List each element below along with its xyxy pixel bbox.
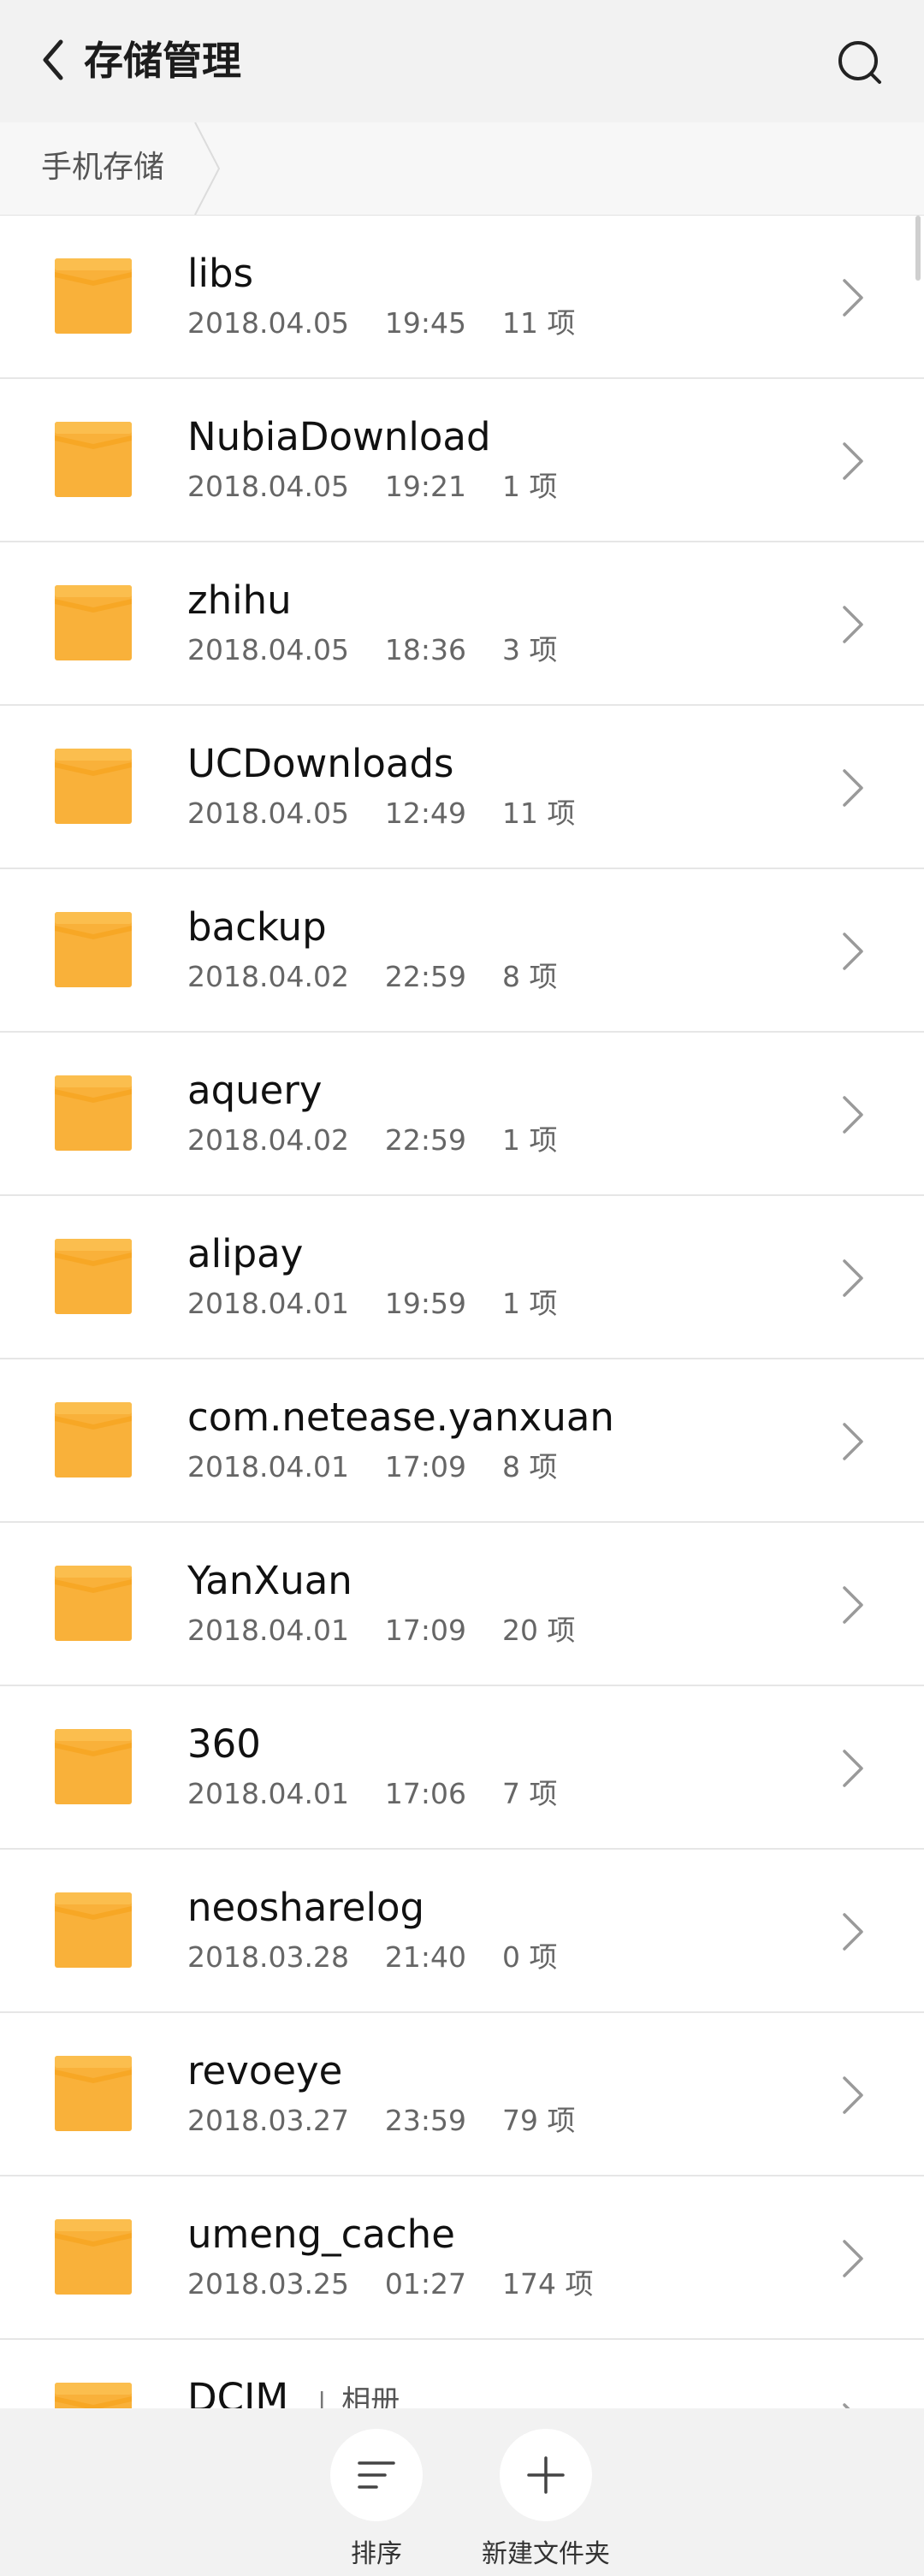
folder-name: zhihu bbox=[187, 577, 292, 623]
back-button[interactable] bbox=[34, 34, 72, 86]
folder-name: umeng_cache bbox=[187, 2212, 455, 2257]
chevron-right-icon bbox=[843, 1586, 863, 1624]
folder-name: NubiaDownload bbox=[187, 414, 491, 459]
folder-meta: 2018.04.02 22:59 8 项 bbox=[187, 960, 558, 993]
folder-row[interactable]: libs 2018.04.05 19:45 11 项 bbox=[0, 216, 924, 379]
folder-icon bbox=[55, 1402, 132, 1477]
folder-row[interactable]: alipay 2018.04.01 19:59 1 项 bbox=[0, 1196, 924, 1359]
folder-name: neosharelog bbox=[187, 1885, 425, 1930]
chevron-right-icon bbox=[843, 933, 863, 970]
folder-icon bbox=[55, 912, 132, 987]
folder-list: libs 2018.04.05 19:45 11 项 NubiaDownload… bbox=[0, 216, 924, 2502]
folder-meta: 2018.04.05 12:49 11 项 bbox=[187, 796, 576, 830]
folder-meta: 2018.04.01 17:06 7 项 bbox=[187, 1777, 558, 1810]
breadcrumb-separator-icon bbox=[194, 122, 221, 215]
chevron-right-icon bbox=[843, 1423, 863, 1460]
new-folder-label: 新建文件夹 bbox=[482, 2539, 610, 2569]
folder-name: UCDownloads bbox=[187, 741, 454, 786]
folder-row[interactable]: umeng_cache 2018.03.25 01:27 174 项 bbox=[0, 2176, 924, 2340]
folder-row[interactable]: aquery 2018.04.02 22:59 1 项 bbox=[0, 1033, 924, 1196]
folder-meta: 2018.04.01 19:59 1 项 bbox=[187, 1287, 558, 1320]
folder-icon bbox=[55, 1566, 132, 1641]
folder-name: alipay bbox=[187, 1231, 304, 1276]
folder-meta: 2018.04.05 18:36 3 项 bbox=[187, 633, 558, 666]
folder-name: com.netease.yanxuan bbox=[187, 1395, 614, 1440]
chevron-right-icon bbox=[843, 2240, 863, 2277]
breadcrumb-item-phone-storage[interactable]: 手机存储 bbox=[41, 146, 164, 189]
folder-name: YanXuan bbox=[187, 1558, 352, 1603]
folder-icon bbox=[55, 258, 132, 334]
folder-icon bbox=[55, 1729, 132, 1804]
chevron-right-icon bbox=[843, 1750, 863, 1787]
search-button[interactable] bbox=[830, 33, 890, 92]
folder-icon bbox=[55, 2056, 132, 2131]
page-title: 存储管理 bbox=[84, 38, 241, 84]
bottom-toolbar: 排序 新建文件夹 bbox=[0, 2408, 924, 2576]
folder-icon bbox=[55, 422, 132, 497]
chevron-right-icon bbox=[843, 1096, 863, 1134]
folder-name: libs bbox=[187, 251, 254, 296]
folder-meta: 2018.04.02 22:59 1 项 bbox=[187, 1123, 558, 1157]
folder-meta: 2018.04.01 17:09 8 项 bbox=[187, 1450, 558, 1483]
folder-meta: 2018.03.27 23:59 79 项 bbox=[187, 2104, 576, 2137]
folder-icon bbox=[55, 749, 132, 824]
folder-row[interactable]: backup 2018.04.02 22:59 8 项 bbox=[0, 869, 924, 1033]
folder-meta: 2018.03.28 21:40 0 项 bbox=[187, 1940, 558, 1974]
folder-icon bbox=[55, 1239, 132, 1314]
folder-meta: 2018.04.05 19:45 11 项 bbox=[187, 306, 576, 340]
chevron-right-icon bbox=[843, 769, 863, 807]
folder-row[interactable]: UCDownloads 2018.04.05 12:49 11 项 bbox=[0, 706, 924, 869]
folder-name: aquery bbox=[187, 1068, 323, 1113]
sort-button[interactable]: 排序 bbox=[308, 2429, 445, 2571]
folder-icon bbox=[55, 1075, 132, 1151]
chevron-left-icon bbox=[43, 39, 63, 80]
chevron-right-icon bbox=[843, 2076, 863, 2114]
folder-icon bbox=[55, 1892, 132, 1968]
chevron-right-icon bbox=[843, 442, 863, 480]
new-folder-button[interactable]: 新建文件夹 bbox=[477, 2429, 614, 2571]
folder-icon bbox=[55, 2219, 132, 2295]
folder-meta: 2018.03.25 01:27 174 项 bbox=[187, 2267, 594, 2301]
plus-icon bbox=[527, 2456, 565, 2494]
folder-row[interactable]: YanXuan 2018.04.01 17:09 20 项 bbox=[0, 1523, 924, 1686]
breadcrumb: 手机存储 bbox=[0, 122, 924, 216]
search-icon bbox=[838, 41, 881, 84]
chevron-right-icon bbox=[843, 1913, 863, 1951]
folder-row[interactable]: NubiaDownload 2018.04.05 19:21 1 项 bbox=[0, 379, 924, 542]
chevron-right-icon bbox=[843, 279, 863, 317]
folder-row[interactable]: 360 2018.04.01 17:06 7 项 bbox=[0, 1686, 924, 1850]
folder-meta: 2018.04.05 19:21 1 项 bbox=[187, 470, 558, 503]
folder-meta: 2018.04.01 17:09 20 项 bbox=[187, 1614, 576, 1647]
folder-icon bbox=[55, 585, 132, 660]
folder-name: revoeye bbox=[187, 2048, 343, 2093]
sort-icon bbox=[358, 2461, 395, 2489]
folder-name: 360 bbox=[187, 1721, 261, 1767]
app-header: 存储管理 bbox=[0, 0, 924, 122]
folder-row[interactable]: com.netease.yanxuan 2018.04.01 17:09 8 项 bbox=[0, 1359, 924, 1523]
folder-name: backup bbox=[187, 904, 327, 950]
scrollbar-thumb[interactable] bbox=[915, 216, 921, 281]
folder-row[interactable]: neosharelog 2018.03.28 21:40 0 项 bbox=[0, 1850, 924, 2013]
folder-row[interactable]: revoeye 2018.03.27 23:59 79 项 bbox=[0, 2013, 924, 2176]
chevron-right-icon bbox=[843, 1259, 863, 1297]
chevron-right-icon bbox=[843, 606, 863, 643]
sort-label: 排序 bbox=[351, 2539, 402, 2569]
folder-row[interactable]: zhihu 2018.04.05 18:36 3 项 bbox=[0, 542, 924, 706]
